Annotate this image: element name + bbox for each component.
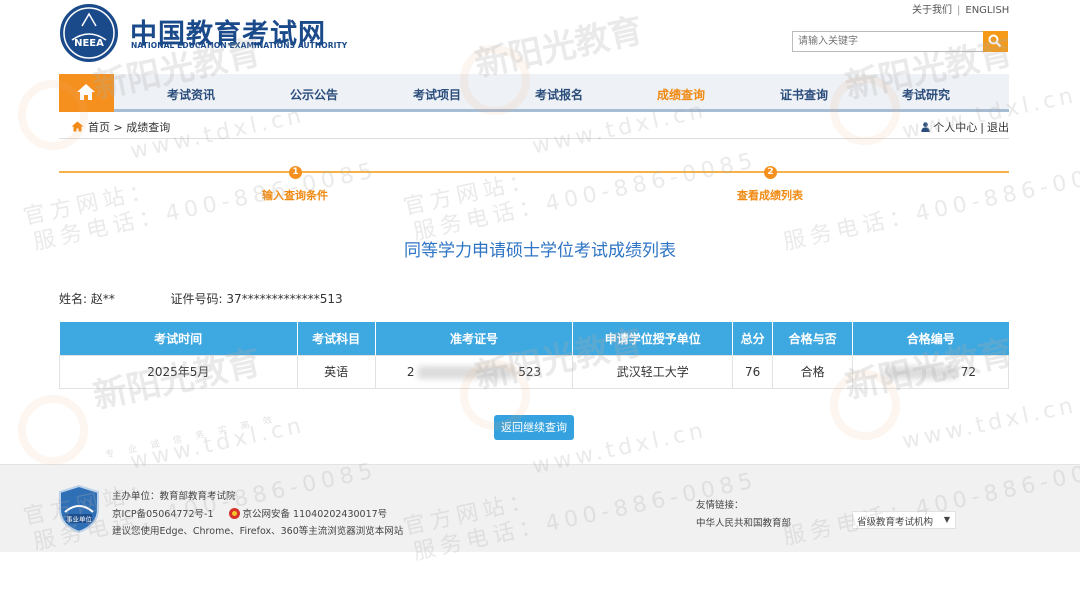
breadcrumb: 首页 > 成绩查询 个人中心 | 退出 <box>59 115 1009 139</box>
nav-item-exam-research[interactable]: 考试研究 <box>902 86 950 103</box>
home-icon <box>77 84 95 100</box>
sponsor-text: 主办单位：教育部教育考试院 <box>112 491 236 502</box>
step-1-marker: 1 <box>289 166 302 179</box>
logout-link[interactable]: 退出 <box>987 121 1009 134</box>
breadcrumb-separator: > <box>113 121 123 134</box>
search-input[interactable] <box>792 31 984 52</box>
header-total-score: 总分 <box>732 322 774 355</box>
police-badge-icon <box>228 508 240 519</box>
provincial-org-select-value: 省级教育考试机构 <box>857 517 934 528</box>
ticket-suffix: 523 <box>518 364 542 379</box>
user-links: 个人中心 | 退出 <box>921 119 1009 135</box>
about-link[interactable]: 关于我们 <box>912 5 952 16</box>
cell-subject: 英语 <box>296 354 376 389</box>
search-icon <box>988 34 1002 48</box>
nav-item-exam-news[interactable]: 考试资讯 <box>167 86 215 103</box>
header-cert-number: 合格编号 <box>852 322 1009 355</box>
police-filing-link[interactable]: 京公网安备 11040202430017号 <box>243 509 388 520</box>
return-query-button[interactable]: 返回继续查询 <box>494 415 574 440</box>
user-center-link[interactable]: 个人中心 <box>933 121 977 134</box>
name-value: 赵** <box>90 292 115 306</box>
cert-redacted <box>884 365 957 379</box>
watermark-phone: 服务电话：400-886-0085 <box>411 147 760 246</box>
icp-link[interactable]: 京ICP备05064772号-1 <box>112 509 214 520</box>
cell-degree-unit: 武汉轻工大学 <box>572 354 734 389</box>
cell-exam-time: 2025年5月 <box>59 354 298 389</box>
steps-progress-line <box>59 171 1009 173</box>
candidate-info: 姓名: 赵** 证件号码: 37*************513 <box>59 290 343 307</box>
cell-ticket-number: 2 523 <box>374 354 574 389</box>
provincial-org-select[interactable]: 省级教育考试机构 ▼ <box>852 511 956 529</box>
step-1-label: 输入查询条件 <box>262 189 328 202</box>
ticket-redacted <box>418 365 515 379</box>
friend-links-title: 友情链接： <box>696 500 744 511</box>
dropdown-arrow-icon: ▼ <box>943 515 950 524</box>
neea-logo[interactable]: NEEA <box>60 4 118 62</box>
watermark-site-label: 官方网站： <box>21 177 159 231</box>
header-subject: 考试科目 <box>297 322 376 355</box>
breadcrumb-home-icon <box>71 121 84 132</box>
breadcrumb-home[interactable]: 首页 <box>88 121 110 134</box>
ticket-prefix: 2 <box>406 364 415 379</box>
nav-item-exam-projects[interactable]: 考试项目 <box>413 86 461 103</box>
logo-text: NEEA <box>74 38 104 49</box>
nav-item-registration[interactable]: 考试报名 <box>535 86 583 103</box>
step-2-label: 查看成绩列表 <box>737 189 803 202</box>
name-label: 姓名: <box>59 292 88 306</box>
site-subtitle: NATIONAL EDUCATION EXAMINATIONS AUTHORIT… <box>131 41 348 50</box>
site-footer: 事业单位 主办单位：教育部教育考试院 京ICP备05064772号-1 京公网安… <box>0 464 1080 552</box>
watermark-url: www.tdxl.cn <box>900 393 1080 455</box>
header-pass-status: 合格与否 <box>772 322 854 355</box>
id-value: 37*************513 <box>226 292 343 306</box>
id-label: 证件号码: <box>170 292 223 306</box>
public-institution-shield-icon[interactable]: 事业单位 <box>58 485 100 533</box>
header-ticket-number: 准考证号 <box>375 322 574 355</box>
english-link[interactable]: ENGLISH <box>965 5 1009 16</box>
user-icon <box>921 122 930 132</box>
watermark-sun-icon <box>18 395 88 465</box>
breadcrumb-current: 成绩查询 <box>126 121 171 134</box>
score-table: 考试时间 考试科目 准考证号 申请学位授予单位 总分 合格与否 合格编号 202… <box>59 322 1009 389</box>
nav-item-notices[interactable]: 公示公告 <box>290 86 338 103</box>
site-header: NEEA 中国教育考试网 NATIONAL EDUCATION EXAMINAT… <box>0 0 1080 74</box>
nav-item-score-query[interactable]: 成绩查询 <box>657 86 705 103</box>
table-row: 2025年5月 英语 2 523 武汉轻工大学 76 合格 72 <box>59 354 1009 389</box>
nav-home-button[interactable] <box>59 74 114 112</box>
page-title: 同等学力申请硕士学位考试成绩列表 <box>404 241 676 261</box>
main-nav: 考试资讯 公示公告 考试项目 考试报名 成绩查询 证书查询 考试研究 <box>59 74 1009 112</box>
header-degree-unit: 申请学位授予单位 <box>572 322 734 355</box>
step-2-marker: 2 <box>764 166 777 179</box>
watermark-motto: 专业诚信务实高效 <box>104 412 287 461</box>
browser-tip: 建议您使用Edge、Chrome、Firefox、360等主流浏览器浏览本网站 <box>112 526 404 537</box>
filing-info: 京ICP备05064772号-1 京公网安备 11040202430017号 <box>112 506 387 520</box>
nav-item-certificate-query[interactable]: 证书查询 <box>780 86 828 103</box>
shield-text: 事业单位 <box>66 515 93 524</box>
top-links: 关于我们 | ENGLISH <box>912 5 1010 16</box>
cell-cert-number: 72 <box>852 354 1009 389</box>
cell-total-score: 76 <box>732 354 774 389</box>
table-header-row: 考试时间 考试科目 准考证号 申请学位授予单位 总分 合格与否 合格编号 <box>59 322 1009 355</box>
header-exam-time: 考试时间 <box>59 322 298 355</box>
moe-link[interactable]: 中华人民共和国教育部 <box>696 515 791 529</box>
search-button[interactable] <box>983 31 1008 52</box>
cert-suffix: 72 <box>960 364 977 379</box>
cell-pass-status: 合格 <box>772 354 854 389</box>
